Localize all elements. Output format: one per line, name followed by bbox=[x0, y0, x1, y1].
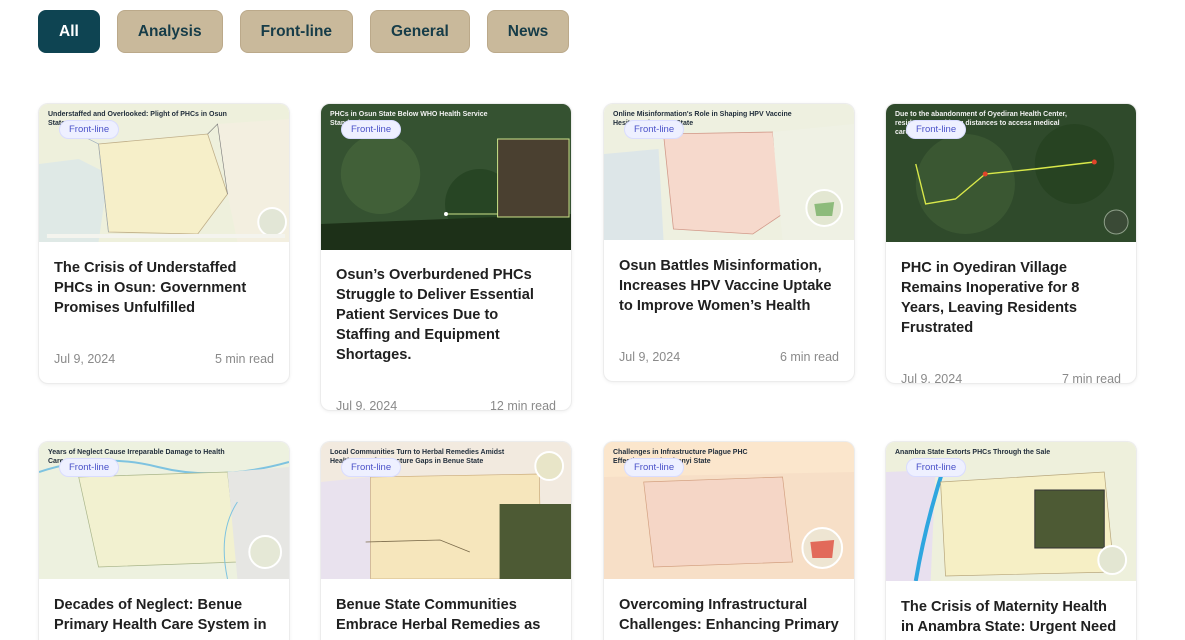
filter-front-line-button[interactable]: Front-line bbox=[239, 10, 354, 53]
article-read-time: 5 min read bbox=[214, 352, 274, 366]
article-thumbnail: Due to the abandonment of Oyediran Healt… bbox=[886, 104, 1136, 242]
article-read-time: 12 min read bbox=[489, 399, 556, 411]
article-title[interactable]: The Crisis of Understaffed PHCs in Osun:… bbox=[54, 258, 274, 318]
filter-analysis-button[interactable]: Analysis bbox=[116, 10, 223, 53]
article-read-time: 7 min read bbox=[1061, 372, 1121, 384]
category-tag[interactable]: Front-line bbox=[906, 120, 967, 139]
article-card[interactable]: Understaffed and Overlooked: Plight of P… bbox=[38, 103, 290, 384]
category-tag[interactable]: Front-line bbox=[341, 120, 402, 139]
category-tag[interactable]: Front-line bbox=[59, 120, 120, 139]
category-tag[interactable]: Front-line bbox=[59, 458, 120, 477]
article-thumbnail: Local Communities Turn to Herbal Remedie… bbox=[321, 442, 571, 579]
article-title[interactable]: Overcoming Infrastructural Challenges: E… bbox=[619, 595, 839, 635]
article-date: Jul 9, 2024 bbox=[54, 352, 116, 366]
article-title[interactable]: Benue State Communities Embrace Herbal R… bbox=[336, 595, 556, 635]
article-thumbnail: Anambra State Extorts PHCs Through the S… bbox=[886, 442, 1136, 581]
article-thumbnail: Years of Neglect Cause Irreparable Damag… bbox=[39, 442, 289, 579]
article-meta: Jul 9, 2024 6 min read bbox=[619, 350, 839, 364]
article-thumbnail: PHCs in Osun State Below WHO Health Serv… bbox=[321, 104, 571, 250]
article-card[interactable]: Challenges in Infrastructure Plague PHC … bbox=[603, 441, 855, 640]
category-tag[interactable]: Front-line bbox=[906, 458, 967, 477]
article-card[interactable]: Online Misinformation's Role in Shaping … bbox=[603, 103, 855, 382]
article-thumbnail: Online Misinformation's Role in Shaping … bbox=[604, 104, 854, 240]
filter-all-button[interactable]: All bbox=[38, 10, 100, 53]
article-date: Jul 9, 2024 bbox=[336, 399, 398, 411]
article-card[interactable]: PHCs in Osun State Below WHO Health Serv… bbox=[320, 103, 572, 411]
category-filter-bar: All Analysis Front-line General News bbox=[38, 10, 570, 53]
article-date: Jul 9, 2024 bbox=[901, 372, 963, 384]
article-title[interactable]: The Crisis of Maternity Health in Anambr… bbox=[901, 597, 1121, 640]
thumbnail-caption: Anambra State Extorts PHCs Through the S… bbox=[895, 449, 1051, 456]
article-card[interactable]: Anambra State Extorts PHCs Through the S… bbox=[885, 441, 1137, 640]
category-tag[interactable]: Front-line bbox=[624, 458, 685, 477]
article-title[interactable]: Osun’s Overburdened PHCs Struggle to Del… bbox=[336, 265, 556, 365]
filter-general-button[interactable]: General bbox=[370, 10, 470, 53]
article-title[interactable]: PHC in Oyediran Village Remains Inoperat… bbox=[901, 258, 1121, 338]
article-card[interactable]: Local Communities Turn to Herbal Remedie… bbox=[320, 441, 572, 640]
category-tag[interactable]: Front-line bbox=[341, 458, 402, 477]
article-meta: Jul 9, 2024 7 min read bbox=[901, 372, 1121, 384]
article-thumbnail: Challenges in Infrastructure Plague PHC … bbox=[604, 442, 854, 579]
article-card[interactable]: Years of Neglect Cause Irreparable Damag… bbox=[38, 441, 290, 640]
category-tag[interactable]: Front-line bbox=[624, 120, 685, 139]
article-read-time: 6 min read bbox=[779, 350, 839, 364]
article-title[interactable]: Osun Battles Misinformation, Increases H… bbox=[619, 256, 839, 316]
article-meta: Jul 9, 2024 12 min read bbox=[336, 399, 556, 411]
article-date: Jul 9, 2024 bbox=[619, 350, 681, 364]
article-card[interactable]: Due to the abandonment of Oyediran Healt… bbox=[885, 103, 1137, 384]
article-title[interactable]: Decades of Neglect: Benue Primary Health… bbox=[54, 595, 274, 635]
article-meta: Jul 9, 2024 5 min read bbox=[54, 352, 274, 366]
filter-news-button[interactable]: News bbox=[486, 10, 570, 53]
article-thumbnail: Understaffed and Overlooked: Plight of P… bbox=[39, 104, 289, 242]
